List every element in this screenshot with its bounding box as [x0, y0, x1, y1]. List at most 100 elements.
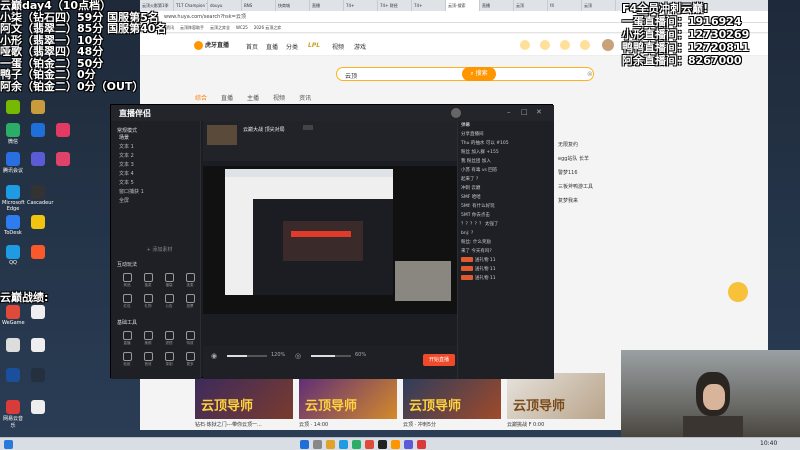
search-button[interactable]: ⌕ 搜索	[462, 67, 496, 81]
stream-title[interactable]: 云巅大战 顶尖对局	[243, 126, 285, 133]
add-source-button[interactable]: + 添加素材	[111, 246, 200, 255]
edge-icon[interactable]	[339, 440, 348, 449]
desktop-icon-meeting[interactable]: 腾讯会议	[2, 152, 24, 174]
desktop-icon-doc3[interactable]	[27, 400, 49, 415]
tool-button[interactable]: 公告	[161, 293, 177, 309]
scene-item[interactable]: 文本 4	[111, 170, 200, 179]
mode-label[interactable]: 常规模式	[111, 127, 200, 134]
tool-button[interactable]: 红包	[119, 293, 135, 309]
avatar[interactable]	[602, 39, 614, 51]
list-item[interactable]: 警梦116	[558, 166, 638, 180]
stream-card[interactable]: 云顶导师 云巅挑战 F 0:00	[507, 373, 605, 430]
desktop-icon-k[interactable]	[27, 123, 49, 138]
clock[interactable]: 10:40	[760, 440, 777, 447]
desktop-icon-outplayed[interactable]	[27, 152, 49, 167]
nav-video[interactable]: 视频	[332, 42, 344, 51]
nav-game[interactable]: 游戏	[354, 42, 366, 51]
desktop-icon-todesk[interactable]: ToDesk	[2, 215, 24, 236]
browser-tab[interactable]: 云顶	[582, 0, 616, 11]
desktop-icon-wegame[interactable]: WeGame	[2, 305, 25, 326]
start-live-button[interactable]: 开始直播	[423, 354, 455, 366]
browser-tab[interactable]: 74+ 财经	[378, 0, 412, 11]
browser-tab[interactable]: 74+	[344, 0, 378, 11]
app-icon[interactable]	[378, 440, 387, 449]
tool-button[interactable]: 贴纸	[119, 351, 135, 367]
stream-card[interactable]: 云顶导师 云顶 · 14:00	[299, 373, 397, 430]
url-field[interactable]: www.huya.com/search?hsk=云顶	[164, 13, 464, 21]
tab-live[interactable]: 直播	[221, 93, 233, 102]
desktop-icon-nvidia[interactable]	[2, 100, 24, 115]
scene-item[interactable]: 全屏	[111, 197, 200, 206]
scene-item[interactable]: 文本 1	[111, 143, 200, 152]
nav-lpl[interactable]: LPL	[308, 42, 320, 49]
file-explorer-icon[interactable]	[326, 440, 335, 449]
tab-all[interactable]: 综合	[195, 93, 207, 102]
tool-button[interactable]: 抽奖	[140, 272, 156, 288]
wechat-icon[interactable]	[352, 440, 361, 449]
desktop-icon-qq[interactable]: QQ	[2, 245, 24, 266]
app-icon[interactable]	[417, 440, 426, 449]
subscribe-icon[interactable]	[540, 40, 550, 50]
scene-item[interactable]: 文本 2	[111, 152, 200, 161]
browser-tab[interactable]: 云顶	[514, 0, 548, 11]
search-icon[interactable]	[313, 440, 322, 449]
history-icon[interactable]	[520, 40, 530, 50]
browser-tab[interactable]: 直播	[480, 0, 514, 11]
desktop-icon-voice[interactable]	[52, 152, 74, 167]
nav-live[interactable]: 直播	[266, 42, 278, 51]
scene-item[interactable]: 文本 3	[111, 161, 200, 170]
mic-slider[interactable]	[311, 355, 351, 357]
tool-button[interactable]: 特效	[182, 330, 198, 346]
list-item[interactable]: 三板斧鸭游工具	[558, 180, 638, 194]
list-item[interactable]: 无限复约	[558, 138, 638, 152]
browser-tab[interactable]: 74+	[412, 0, 446, 11]
desktop-icon-lol[interactable]	[27, 100, 49, 115]
list-item[interactable]: egg站队 长羊	[558, 152, 638, 166]
desktop-icon-tencent-video[interactable]	[27, 245, 49, 260]
tab-anchor[interactable]: 主播	[247, 93, 259, 102]
tool-button[interactable]: 直播	[119, 330, 135, 346]
download-icon[interactable]	[560, 40, 570, 50]
desktop-icon-wechat[interactable]: 微信	[2, 123, 24, 145]
widgets-icon[interactable]	[4, 440, 13, 449]
scene-item[interactable]: 文本 5	[111, 179, 200, 188]
tab-news[interactable]: 资讯	[299, 93, 311, 102]
desktop-icon-yy[interactable]	[27, 215, 49, 230]
bookmark-item[interactable]: WC25	[236, 23, 248, 32]
browser-tab[interactable]: BNS	[242, 0, 276, 11]
list-item[interactable]: 复梦我来	[558, 194, 638, 208]
nav-category[interactable]: 分类	[286, 42, 298, 51]
tool-button[interactable]: 滤镜	[161, 330, 177, 346]
bookmark-item[interactable]: 云顶之弈全	[210, 23, 230, 32]
maximize-icon[interactable]: □	[521, 108, 528, 116]
browser-tab-active[interactable]: 云顶-搜索	[446, 0, 480, 11]
start-icon[interactable]	[300, 440, 309, 449]
broadcast-icon[interactable]	[580, 40, 590, 50]
tool-button[interactable]: 美颜	[140, 330, 156, 346]
desktop-icon-doc[interactable]	[27, 305, 49, 320]
browser-tab[interactable]: T1T Champion Tour	[174, 0, 208, 11]
desktop-icon-exe[interactable]	[2, 338, 24, 353]
tab-video[interactable]: 视频	[273, 93, 285, 102]
speaker-icon[interactable]: ◉	[211, 352, 217, 360]
stream-card[interactable]: 云顶导师 钻石·炼狱之门---带你云顶一...	[195, 373, 293, 430]
tool-button[interactable]: 投票	[182, 293, 198, 309]
desktop-icon-music[interactable]: 网易云音乐	[2, 400, 24, 429]
edit-icon[interactable]	[303, 125, 313, 130]
tool-button[interactable]: 礼物	[140, 293, 156, 309]
desktop-icon-vm[interactable]	[2, 368, 24, 383]
huya-logo[interactable]: 虎牙直播	[194, 40, 234, 50]
desktop-icon-cascadeur[interactable]: Cascadeur	[27, 185, 53, 206]
tool-button[interactable]: 更多	[182, 351, 198, 367]
nav-home[interactable]: 首页	[246, 42, 258, 51]
tool-button[interactable]: 福袋	[161, 272, 177, 288]
clear-icon[interactable]: ⊗	[587, 70, 593, 78]
tool-button[interactable]: 连麦	[182, 272, 198, 288]
volume-slider[interactable]	[227, 355, 267, 357]
browser-tab[interactable]: f4	[548, 0, 582, 11]
stream-card[interactable]: 云顶导师 云顶 · 冲刺5分	[403, 373, 501, 430]
huya-icon[interactable]	[391, 440, 400, 449]
tool-button[interactable]: 音效	[140, 351, 156, 367]
tool-button[interactable]: 录制	[161, 351, 177, 367]
browser-tab[interactable]: 直播	[310, 0, 344, 11]
